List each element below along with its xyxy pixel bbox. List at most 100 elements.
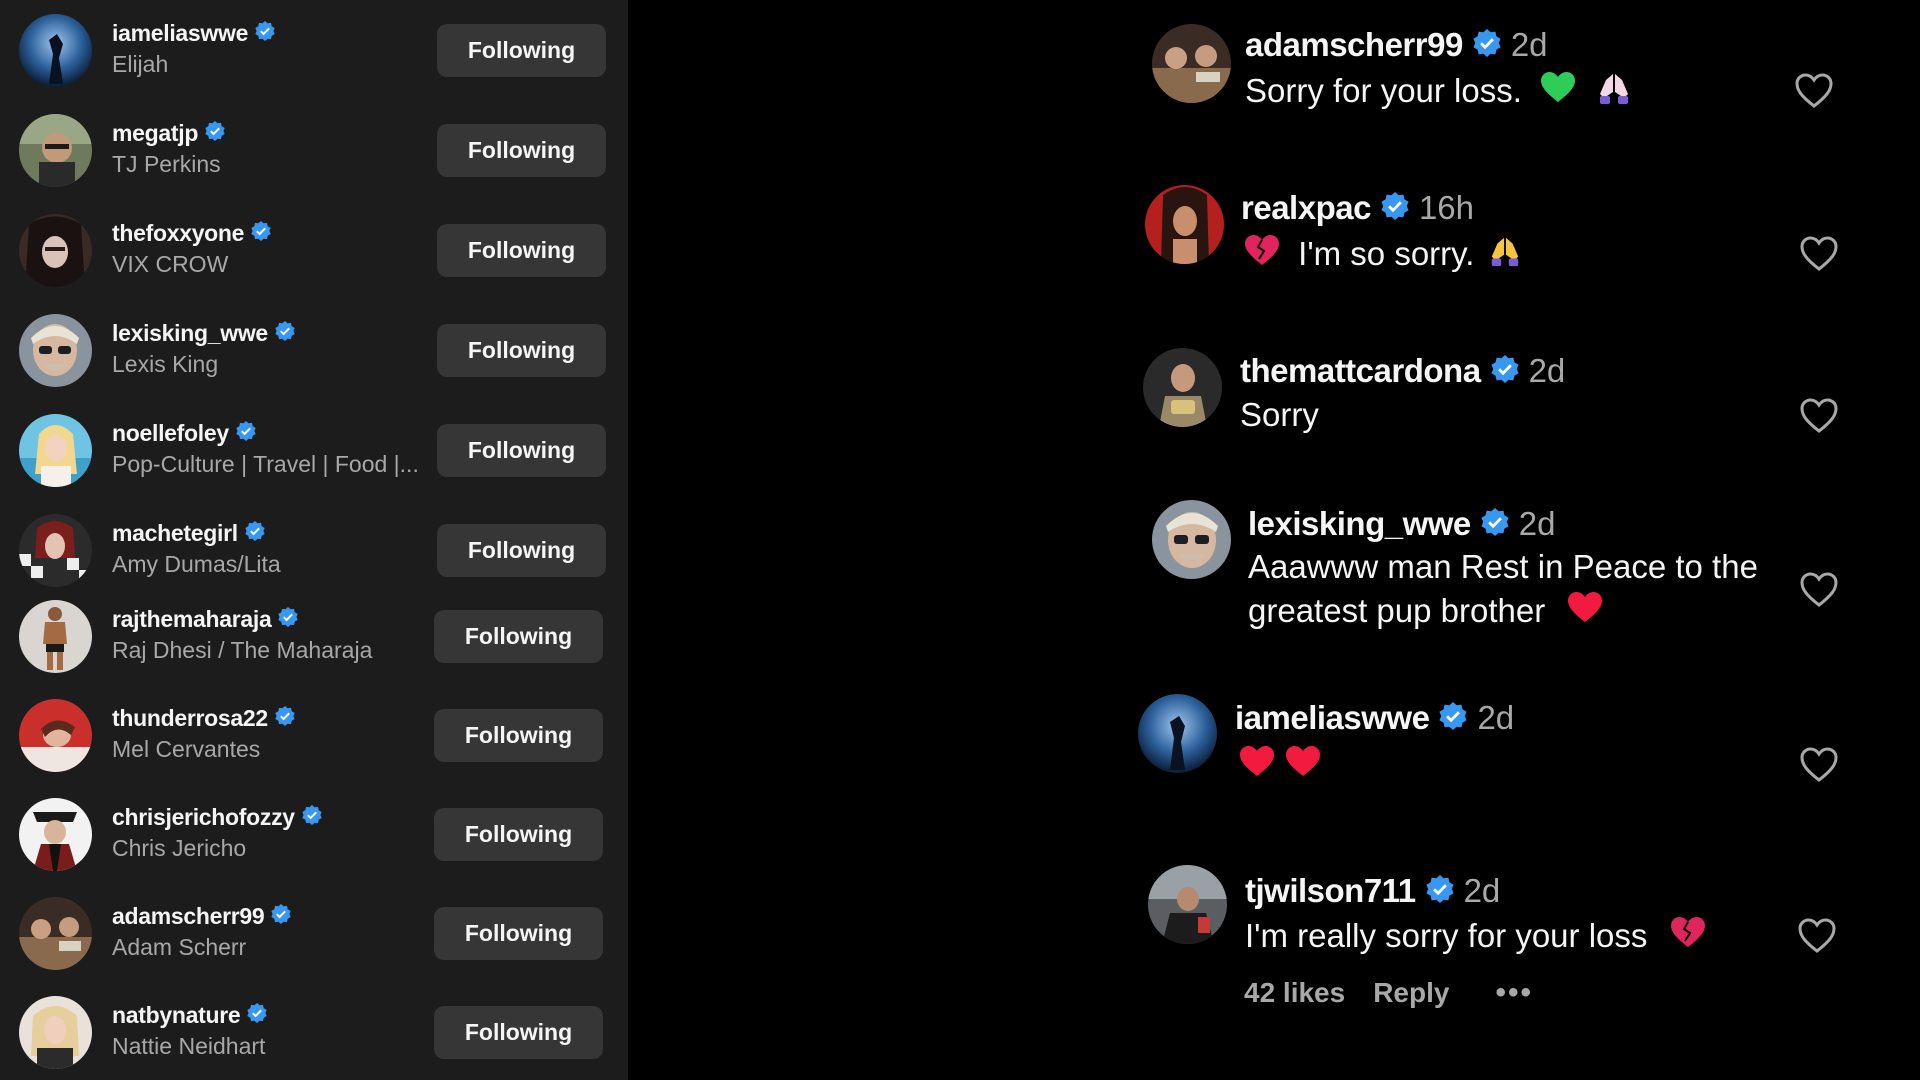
following-button[interactable]: Following (437, 524, 606, 577)
comment-username[interactable]: lexisking_wwe (1248, 505, 1471, 543)
red-heart-icon (1286, 745, 1320, 789)
reply-button[interactable]: Reply (1373, 977, 1449, 1009)
following-fullname: Chris Jericho (112, 835, 247, 861)
following-username[interactable]: iameliaswwe (112, 20, 275, 47)
avatar[interactable] (19, 798, 92, 871)
following-row: adamscherr99 Adam Scherr Following (0, 897, 628, 987)
comment-body (1240, 743, 1330, 789)
username-text[interactable]: natbynature (112, 1002, 241, 1029)
comment-timestamp[interactable]: 2d (1511, 26, 1548, 64)
avatar[interactable] (19, 214, 92, 287)
comment-username[interactable]: adamscherr99 (1245, 26, 1463, 64)
comment-body: Sorry for your loss. (1245, 69, 1632, 117)
verified-badge-icon (1381, 191, 1409, 225)
following-fullname: Lexis King (112, 351, 219, 377)
like-heart-icon[interactable] (1800, 395, 1842, 437)
avatar[interactable] (1145, 185, 1224, 264)
verified-badge-icon (251, 220, 271, 247)
following-fullname: Elijah (112, 51, 169, 77)
avatar[interactable] (19, 514, 92, 587)
comment-username[interactable]: themattcardona (1240, 352, 1481, 390)
following-button[interactable]: Following (434, 907, 603, 960)
comment-timestamp[interactable]: 2d (1464, 872, 1501, 910)
verified-badge-icon (278, 606, 299, 633)
like-heart-icon[interactable] (1800, 569, 1842, 611)
following-button[interactable]: Following (434, 808, 603, 861)
avatar[interactable] (19, 699, 92, 772)
verified-badge-icon (275, 705, 295, 732)
following-username[interactable]: lexisking_wwe (112, 320, 295, 347)
verified-badge-icon (205, 120, 225, 147)
comment-actions: 42 likes Reply ••• (1244, 976, 1533, 1010)
like-heart-icon[interactable] (1795, 70, 1837, 112)
username-text[interactable]: iameliaswwe (112, 20, 248, 47)
avatar[interactable] (19, 897, 92, 970)
following-button[interactable]: Following (437, 24, 606, 77)
following-row: megatjp TJ Perkins Following (0, 114, 628, 204)
comment-username[interactable]: iameliaswwe (1235, 699, 1430, 737)
following-button[interactable]: Following (437, 424, 606, 477)
username-text[interactable]: adamscherr99 (112, 903, 265, 930)
following-button[interactable]: Following (437, 124, 606, 177)
following-username[interactable]: natbynature (112, 1002, 268, 1029)
following-username[interactable]: noellefoley (112, 420, 256, 447)
red-heart-icon (1240, 745, 1274, 789)
following-username[interactable]: machetegirl (112, 520, 265, 547)
following-username[interactable]: chrisjerichofozzy (112, 804, 322, 831)
verified-badge-icon (1425, 874, 1454, 908)
red-heart-icon (1568, 591, 1603, 635)
username-text[interactable]: noellefoley (112, 420, 229, 447)
avatar[interactable] (19, 996, 92, 1069)
more-options-icon[interactable]: ••• (1495, 976, 1533, 1010)
comment-text-line: greatest pup brother (1248, 592, 1546, 629)
comment-timestamp[interactable]: 16h (1419, 189, 1474, 227)
comment-username[interactable]: tjwilson711 (1245, 872, 1416, 910)
comment-username[interactable]: realxpac (1241, 189, 1371, 227)
following-button[interactable]: Following (434, 709, 603, 762)
following-username[interactable]: megatjp (112, 120, 225, 147)
following-button[interactable]: Following (434, 610, 603, 663)
username-text[interactable]: machetegirl (112, 520, 238, 547)
following-username[interactable]: thunderrosa22 (112, 705, 295, 732)
avatar[interactable] (1152, 24, 1231, 103)
avatar[interactable] (19, 14, 92, 87)
username-text[interactable]: chrisjerichofozzy (112, 804, 295, 831)
avatar[interactable] (19, 114, 92, 187)
username-text[interactable]: thunderrosa22 (112, 705, 268, 732)
following-username[interactable]: thefoxxyone (112, 220, 271, 247)
username-text[interactable]: lexisking_wwe (112, 320, 268, 347)
like-heart-icon[interactable] (1800, 233, 1842, 275)
username-text[interactable]: rajthemaharaja (112, 606, 272, 633)
broken-heart-icon (1670, 916, 1705, 960)
username-text[interactable]: megatjp (112, 120, 198, 147)
comment-text: Sorry for your loss. (1245, 72, 1522, 109)
comment-body: I'm really sorry for your loss (1245, 914, 1705, 960)
following-fullname: Raj Dhesi / The Maharaja (112, 637, 373, 663)
avatar[interactable] (19, 314, 92, 387)
avatar[interactable] (1152, 500, 1231, 579)
following-username[interactable]: rajthemaharaja (112, 606, 299, 633)
following-button[interactable]: Following (434, 1006, 603, 1059)
avatar[interactable] (19, 414, 92, 487)
comment-body: Aaawww man Rest in Peace to the greatest… (1248, 545, 1758, 635)
likes-count[interactable]: 42 likes (1244, 977, 1345, 1009)
verified-badge-icon (1473, 28, 1501, 62)
avatar[interactable] (1148, 865, 1227, 944)
comment-text-line: Aaawww man Rest in Peace to the (1248, 548, 1758, 585)
comment-timestamp[interactable]: 2d (1477, 699, 1514, 737)
following-list-panel: iameliaswwe Elijah Following megatjp TJ … (0, 0, 628, 1080)
following-fullname: Pop-Culture | Travel | Food |... (112, 451, 419, 477)
following-button[interactable]: Following (437, 324, 606, 377)
comment-body: Sorry (1240, 393, 1319, 437)
like-heart-icon[interactable] (1800, 744, 1842, 786)
avatar[interactable] (19, 600, 92, 673)
broken-heart-icon (1245, 234, 1279, 278)
comment-timestamp[interactable]: 2d (1519, 505, 1556, 543)
username-text[interactable]: thefoxxyone (112, 220, 244, 247)
avatar[interactable] (1143, 348, 1222, 427)
avatar[interactable] (1138, 694, 1217, 773)
following-username[interactable]: adamscherr99 (112, 903, 292, 930)
like-heart-icon[interactable] (1798, 915, 1840, 957)
following-button[interactable]: Following (437, 224, 606, 277)
comment-timestamp[interactable]: 2d (1529, 352, 1566, 390)
